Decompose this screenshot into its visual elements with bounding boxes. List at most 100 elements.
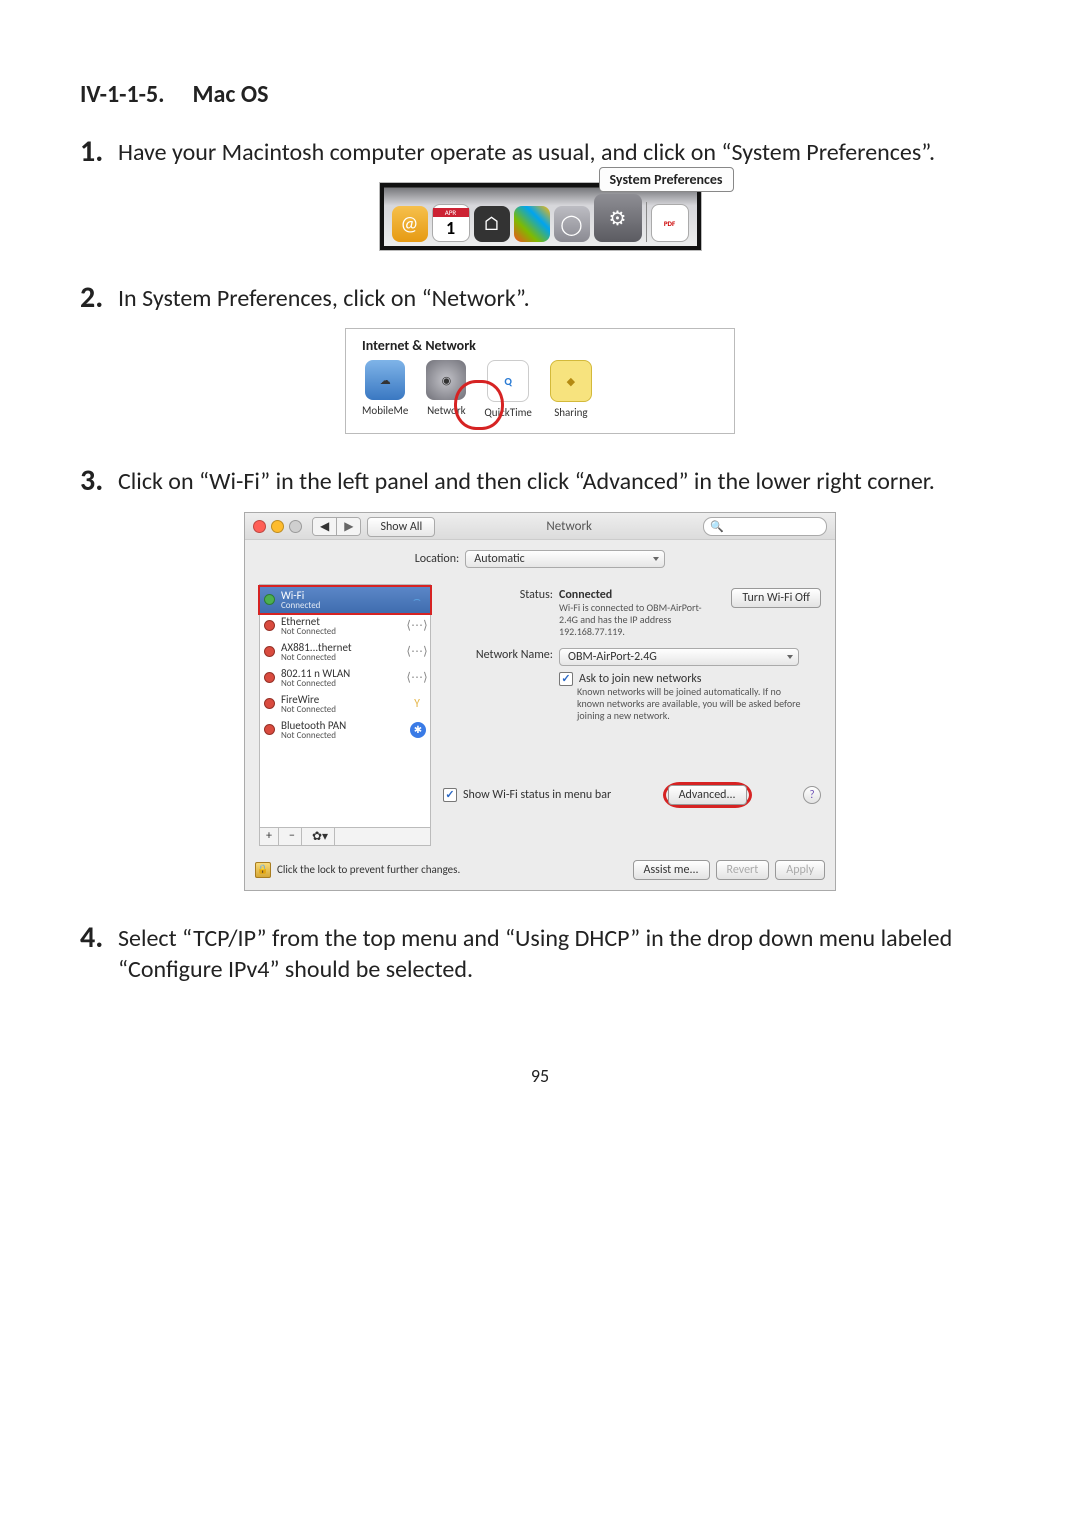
status-label: Status:: [443, 588, 559, 602]
service-status: Not Connected: [281, 679, 350, 688]
minimize-icon[interactable]: [271, 520, 284, 533]
turn-wifi-off-button[interactable]: Turn Wi-Fi Off: [731, 588, 821, 608]
pref-label: Network: [427, 404, 466, 417]
step-4-text: Select “TCP/IP” from the top menu and “U…: [118, 923, 1000, 985]
pref-label: Sharing: [554, 406, 587, 419]
status-dot-icon: [264, 672, 275, 683]
zoom-icon[interactable]: [289, 520, 302, 533]
back-icon[interactable]: ◀: [313, 518, 337, 535]
service-status: Not Connected: [281, 731, 346, 740]
step-3-text: Click on “Wi-Fi” in the left panel and t…: [118, 466, 935, 497]
step-2-text: In System Preferences, click on “Network…: [118, 283, 530, 314]
apply-button[interactable]: Apply: [775, 860, 825, 880]
network-name-select[interactable]: OBM-AirPort-2.4G: [559, 648, 799, 666]
status-detail: Wi-Fi is connected to OBM-AirPort-2.4G a…: [559, 602, 719, 638]
service-status: Not Connected: [281, 705, 336, 714]
dock: @ APR 1 ⌂ ◯ ⚙ PDF: [384, 187, 697, 246]
service-bluetooth[interactable]: Bluetooth PAN Not Connected ✱: [260, 717, 430, 743]
firewire-icon: Y: [408, 697, 426, 711]
step-3: 3. Click on “Wi-Fi” in the left panel an…: [80, 466, 1000, 497]
quicktime-icon: Q: [487, 360, 529, 402]
pref-sharing[interactable]: ◆ Sharing: [550, 360, 592, 419]
network-icon: ◉: [426, 360, 466, 400]
service-status: Connected: [281, 601, 320, 610]
mobileme-icon: ☁: [365, 360, 405, 400]
service-firewire[interactable]: FireWire Not Connected Y: [260, 691, 430, 717]
pref-label: MobileMe: [362, 404, 408, 417]
dock-divider: [646, 202, 647, 242]
traffic-lights: [253, 520, 302, 533]
help-button[interactable]: ?: [803, 786, 821, 804]
dock-app-icon[interactable]: ◯: [554, 206, 590, 242]
page: IV-1-1-5. Mac OS 1. Have your Macintosh …: [0, 0, 1080, 1127]
service-wifi[interactable]: Wi-Fi Connected ⌢: [258, 585, 432, 615]
step-4: 4. Select “TCP/IP” from the top menu and…: [80, 923, 1000, 985]
section-heading: IV-1-1-5. Mac OS: [80, 80, 1000, 109]
pref-mobileme[interactable]: ☁ MobileMe: [362, 360, 408, 419]
revert-button[interactable]: Revert: [716, 860, 770, 880]
dock-app-icon[interactable]: @: [392, 206, 428, 242]
nav-arrows[interactable]: ◀ ▶: [312, 517, 361, 536]
service-ethernet[interactable]: Ethernet Not Connected ⟨⋯⟩: [260, 613, 430, 639]
pref-label: QuickTime: [484, 406, 532, 419]
ethernet-icon: ⟨⋯⟩: [408, 671, 426, 685]
pref-network[interactable]: ◉ Network: [426, 360, 466, 419]
sidebar-footer: + − ✿▾: [259, 828, 431, 846]
figure-1: System Preferences @ APR 1 ⌂ ◯ ⚙ PDF: [80, 182, 1000, 251]
add-service-button[interactable]: +: [260, 828, 279, 845]
lock-text: Click the lock to prevent further change…: [277, 863, 460, 876]
dock-app-icon[interactable]: [514, 206, 550, 242]
wifi-icon: ⌢: [408, 593, 426, 607]
calendar-icon[interactable]: APR 1: [432, 204, 470, 242]
status-dot-icon: [264, 698, 275, 709]
calendar-month: APR: [433, 208, 469, 217]
service-status: Not Connected: [281, 653, 352, 662]
step-1-text: Have your Macintosh computer operate as …: [118, 137, 935, 168]
search-input[interactable]: 🔍: [703, 517, 827, 536]
lock-icon[interactable]: 🔒: [255, 862, 271, 878]
ask-to-join-checkbox[interactable]: [559, 672, 573, 686]
search-icon: 🔍: [710, 520, 724, 533]
step-1: 1. Have your Macintosh computer operate …: [80, 137, 1000, 168]
service-name: FireWire: [281, 694, 336, 705]
location-label: Location:: [415, 552, 460, 566]
status-dot-icon: [264, 594, 275, 605]
advanced-button[interactable]: Advanced...: [668, 785, 747, 805]
ethernet-icon: ⟨⋯⟩: [408, 619, 426, 633]
calendar-day: 1: [446, 217, 455, 239]
step-2-number: 2.: [80, 283, 118, 313]
panel-title: Internet & Network: [362, 337, 718, 354]
service-ax881[interactable]: AX881...thernet Not Connected ⟨⋯⟩: [260, 639, 430, 665]
window-titlebar: ◀ ▶ Show All Network 🔍: [245, 513, 835, 540]
status-dot-icon: [264, 646, 275, 657]
step-4-number: 4.: [80, 923, 118, 953]
status-dot-icon: [264, 724, 275, 735]
step-1-number: 1.: [80, 137, 118, 167]
show-menu-checkbox[interactable]: [443, 788, 457, 802]
remove-service-button[interactable]: −: [283, 828, 302, 845]
pdf-icon[interactable]: PDF: [651, 204, 689, 242]
figure-2: Internet & Network ☁ MobileMe ◉ Network …: [80, 328, 1000, 434]
service-name: Bluetooth PAN: [281, 720, 346, 731]
sharing-icon: ◆: [550, 360, 592, 402]
lock-row: 🔒 Click the lock to prevent further chan…: [245, 854, 835, 890]
ask-to-join-detail: Known networks will be joined automatica…: [577, 686, 807, 722]
show-all-button[interactable]: Show All: [367, 517, 435, 537]
service-80211n[interactable]: 802.11 n WLAN Not Connected ⟨⋯⟩: [260, 665, 430, 691]
service-status: Not Connected: [281, 627, 336, 636]
assist-me-button[interactable]: Assist me...: [633, 860, 710, 880]
dock-app-icon[interactable]: ⌂: [474, 206, 510, 242]
forward-icon[interactable]: ▶: [337, 518, 360, 535]
ethernet-icon: ⟨⋯⟩: [408, 645, 426, 659]
section-title-text: Mac OS: [193, 80, 269, 109]
window-title: Network: [435, 519, 703, 534]
location-select[interactable]: Automatic: [465, 550, 665, 568]
close-icon[interactable]: [253, 520, 266, 533]
system-preferences-icon[interactable]: ⚙: [594, 194, 642, 242]
services-sidebar: Wi-Fi Connected ⌢ Ethernet Not: [259, 584, 431, 828]
gear-menu-button[interactable]: ✿▾: [306, 828, 335, 845]
network-window: ◀ ▶ Show All Network 🔍 Location: Automat…: [244, 512, 836, 891]
pref-quicktime[interactable]: Q QuickTime: [484, 360, 532, 419]
ask-to-join-label: Ask to join new networks: [579, 672, 701, 686]
status-dot-icon: [264, 620, 275, 631]
